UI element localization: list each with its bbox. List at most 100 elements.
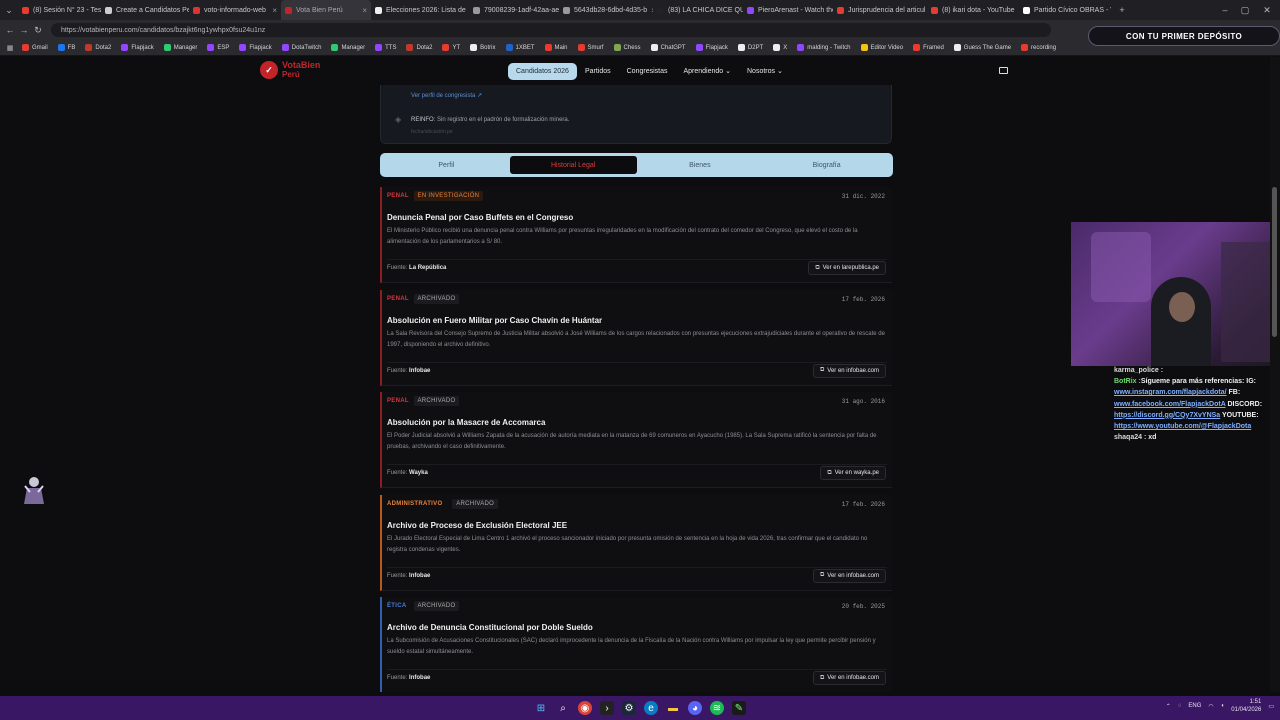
- bookmark-item[interactable]: Dota2: [80, 44, 116, 51]
- notification-icon[interactable]: ▭: [1268, 703, 1274, 710]
- browser-tab[interactable]: (8) Sesión N° 23 - Testim×: [18, 0, 101, 20]
- profile-tab[interactable]: Biografía: [763, 156, 890, 174]
- nav-item[interactable]: Partidos: [577, 63, 619, 80]
- tab-close-icon[interactable]: ×: [362, 6, 367, 15]
- chat-link[interactable]: www.facebook.com/FlapjackDotA: [1114, 401, 1226, 408]
- browser-tab[interactable]: (83) LA CHICA DICE QUE×: [653, 0, 743, 20]
- profile-tab[interactable]: Perfil: [383, 156, 510, 174]
- bookmark-item[interactable]: ESP: [202, 44, 234, 51]
- view-source-button[interactable]: ⧉ Ver en infobae.com: [813, 568, 886, 583]
- nav-item[interactable]: Nosotros ⌄: [739, 62, 791, 80]
- url-input[interactable]: https://votabienperu.com/candidatos/bzaj…: [51, 23, 1051, 37]
- reload-icon[interactable]: ↻: [31, 23, 45, 37]
- nav-item[interactable]: Congresistas: [619, 63, 676, 80]
- clock[interactable]: 1:51 01/04/2026: [1231, 698, 1261, 714]
- start-icon[interactable]: ⊞: [534, 701, 548, 715]
- bookmark-item[interactable]: Dota2: [401, 44, 437, 51]
- bookmark-item[interactable]: D2PT: [733, 44, 768, 51]
- bookmark-label: ChatGPT: [660, 44, 686, 51]
- page-scrollbar[interactable]: [1270, 57, 1280, 692]
- back-icon[interactable]: ←: [3, 23, 17, 37]
- bookmark-item[interactable]: Manager: [326, 44, 370, 51]
- chat-link[interactable]: www.instagram.com/flapjackdota/: [1114, 389, 1227, 396]
- bookmark-item[interactable]: Flapjack: [691, 44, 733, 51]
- wifi-icon[interactable]: ◠: [1208, 703, 1213, 710]
- bookmark-item[interactable]: recording: [1016, 44, 1061, 51]
- bookmark-item[interactable]: Framed: [908, 44, 949, 51]
- apps-icon[interactable]: ▦: [3, 41, 17, 55]
- volume-icon[interactable]: ◖: [1221, 703, 1225, 709]
- bookmark-item[interactable]: Flapjack: [116, 44, 158, 51]
- forward-icon[interactable]: →: [17, 23, 31, 37]
- browser-tab[interactable]: Create a Candidatos Per×: [101, 0, 189, 20]
- steam-icon[interactable]: ⚙: [622, 701, 636, 715]
- view-source-button[interactable]: ⧉ Ver en larepublica.pe: [808, 261, 886, 275]
- tab-list-icon[interactable]: ⌄: [0, 3, 18, 17]
- bookmark-item[interactable]: Manager: [159, 44, 203, 51]
- chevron-up-icon[interactable]: ⌃: [1166, 703, 1171, 710]
- record-category: ÉTICA: [387, 603, 407, 609]
- scrollbar-thumb[interactable]: [1272, 187, 1277, 337]
- bookmark-item[interactable]: Flapjack: [234, 44, 276, 51]
- bookmark-item[interactable]: X: [768, 44, 792, 51]
- new-tab-icon[interactable]: +: [1115, 3, 1129, 17]
- terminal-icon[interactable]: ›: [600, 701, 614, 715]
- browser-tab[interactable]: Elecciones 2026: Lista de×: [371, 0, 469, 20]
- bookmark-favicon-icon: [953, 44, 961, 51]
- chat-link[interactable]: https://discord.gg/CQy7XvYNSa: [1114, 412, 1220, 419]
- bookmark-item[interactable]: Smurf: [573, 44, 609, 51]
- spotify-icon[interactable]: ≋: [710, 701, 724, 715]
- browser-tab[interactable]: Vota Bien Perú ×: [281, 0, 371, 20]
- minimize-icon[interactable]: –: [1218, 3, 1232, 17]
- bookmark-item[interactable]: Guess The Game: [949, 44, 1016, 51]
- app-icon[interactable]: ✎: [732, 701, 746, 715]
- nav-item[interactable]: Candidatos 2026: [508, 62, 577, 80]
- maximize-icon[interactable]: ▢: [1238, 3, 1252, 17]
- view-source-button[interactable]: ⧉ Ver en infobae.com: [813, 671, 886, 685]
- browser-tab[interactable]: (8) ikari dota - YouTube×: [927, 0, 1019, 20]
- browser-tab[interactable]: Jurisprudencia del articul×: [833, 0, 927, 20]
- bookmark-item[interactable]: Gmail: [17, 44, 53, 51]
- monitor-icon[interactable]: [999, 67, 1008, 74]
- search-icon[interactable]: ⌕: [556, 701, 570, 715]
- profile-tab[interactable]: Bienes: [637, 156, 764, 174]
- view-source-button[interactable]: ⧉ Ver en wayka.pe: [820, 466, 886, 480]
- lang-indicator[interactable]: ENG: [1188, 703, 1201, 709]
- bookmark-label: Flapjack: [249, 44, 272, 51]
- view-source-button[interactable]: ⧉ Ver en infobae.com: [813, 363, 886, 378]
- bookmark-item[interactable]: Chess: [609, 44, 646, 51]
- edge-icon[interactable]: e: [644, 701, 658, 715]
- bookmark-favicon-icon: [207, 44, 215, 51]
- bookmarks-container: Gmail FB Dota2 Flapjack Manager ESP Flapjack Do…: [17, 44, 1061, 51]
- bookmark-item[interactable]: Editor Video: [856, 44, 909, 51]
- chat-link[interactable]: https://www.youtube.com/@FlapjackDota: [1114, 423, 1251, 430]
- chrome-icon[interactable]: ◉: [578, 701, 592, 715]
- browser-tab[interactable]: 79008239-1adf-42aa-ae×: [469, 0, 559, 20]
- browser-tab[interactable]: Partido Cívico OBRAS - V×: [1019, 0, 1111, 20]
- bookmark-item[interactable]: DotaTwitch: [277, 44, 327, 51]
- congress-profile-link[interactable]: Ver perfil de congresista ↗: [411, 92, 482, 99]
- bookmark-label: Flapjack: [705, 44, 728, 51]
- bookmark-item[interactable]: ChatGPT: [646, 44, 691, 51]
- network-icon[interactable]: ◌: [1178, 703, 1182, 709]
- reinfo-source: fecha/ubicación.pe: [411, 129, 453, 135]
- site-logo[interactable]: ✓ VotaBien Perú: [260, 61, 320, 79]
- shield-icon: ◈: [395, 115, 402, 124]
- discord-icon[interactable]: ◕: [688, 701, 702, 715]
- close-window-icon[interactable]: ✕: [1260, 3, 1274, 17]
- bookmark-item[interactable]: malding - Twitch: [792, 44, 855, 51]
- bookmark-item[interactable]: 1XBET: [501, 44, 540, 51]
- browser-tab[interactable]: PieroArenast - Watch the×: [743, 0, 833, 20]
- browser-tab[interactable]: 5643db28-6dbd-4d35-b×: [559, 0, 653, 20]
- bookmark-favicon-icon: [406, 44, 414, 51]
- bookmark-item[interactable]: Main: [540, 44, 573, 51]
- bookmark-item[interactable]: YT: [437, 44, 465, 51]
- nav-item[interactable]: Aprendiendo ⌄: [675, 62, 739, 80]
- bookmark-item[interactable]: Botrix: [465, 44, 500, 51]
- bookmark-item[interactable]: FB: [53, 44, 81, 51]
- tab-close-icon[interactable]: ×: [272, 6, 277, 15]
- folder-icon[interactable]: ▬: [666, 701, 680, 715]
- bookmark-item[interactable]: TTS: [370, 44, 401, 51]
- browser-tab[interactable]: voto-informado-web ×: [189, 0, 281, 20]
- profile-tab[interactable]: Historial Legal: [509, 156, 637, 174]
